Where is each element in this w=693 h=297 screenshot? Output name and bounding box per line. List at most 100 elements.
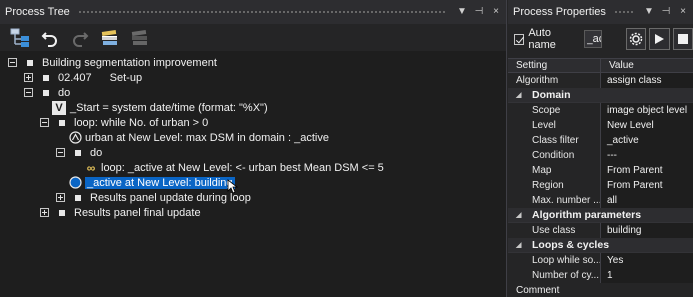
collapse-triangle-icon[interactable]: ◢ bbox=[516, 211, 526, 219]
property-row[interactable]: Max. number ... all bbox=[508, 192, 693, 208]
process-bullet bbox=[75, 194, 81, 201]
process-tree-view: Building segmentation improvement 02.407… bbox=[0, 51, 506, 297]
tree-row[interactable]: loop: while No. of urban > 0 bbox=[40, 115, 208, 130]
collapse-toggle[interactable] bbox=[56, 148, 65, 157]
tree-row[interactable]: Building segmentation improvement bbox=[8, 55, 217, 70]
library-icon[interactable] bbox=[98, 27, 122, 49]
collapse-triangle-icon[interactable]: ◢ bbox=[516, 91, 526, 99]
property-row-algorithm[interactable]: Algorithm assign class bbox=[508, 72, 693, 88]
process-properties-titlebar: Process Properties ▼ ⊣ × bbox=[508, 0, 693, 24]
process-bullet bbox=[59, 209, 65, 216]
section-domain[interactable]: ◢ Domain bbox=[508, 88, 693, 103]
panel-title: Process Tree bbox=[5, 6, 70, 18]
property-value[interactable]: --- bbox=[601, 147, 693, 163]
property-key: Region bbox=[508, 177, 601, 193]
property-row[interactable]: Region From Parent bbox=[508, 177, 693, 193]
property-value[interactable]: all bbox=[601, 192, 693, 208]
expand-toggle[interactable] bbox=[40, 208, 49, 217]
drag-grip[interactable] bbox=[613, 9, 634, 15]
property-value[interactable]: image object level bbox=[601, 102, 693, 118]
property-value[interactable]: 1 bbox=[601, 267, 693, 283]
property-value[interactable]: assign class bbox=[601, 72, 693, 88]
process-bullet bbox=[43, 89, 49, 96]
property-value[interactable]: From Parent bbox=[601, 177, 693, 193]
process-bullet bbox=[43, 74, 49, 81]
section-label: Algorithm parameters bbox=[532, 209, 642, 221]
tree-row-label: loop: while No. of urban > 0 bbox=[74, 116, 209, 129]
collapse-triangle-icon[interactable]: ◢ bbox=[516, 241, 526, 249]
property-key: Loop while so... bbox=[508, 252, 601, 268]
close-button[interactable]: × bbox=[676, 5, 690, 19]
settings-icon[interactable] bbox=[625, 28, 647, 50]
section-loops-cycles[interactable]: ◢ Loops & cycles bbox=[508, 238, 693, 253]
close-button[interactable]: × bbox=[489, 5, 503, 19]
property-row[interactable]: Level New Level bbox=[508, 117, 693, 133]
process-code: 02.407 bbox=[58, 71, 92, 84]
tree-row[interactable]: 02.407 Set-up bbox=[24, 70, 142, 85]
loop-icon: ∞ bbox=[86, 160, 96, 175]
tree-row[interactable]: urban at New Level: max DSM in domain : … bbox=[68, 130, 329, 145]
process-tree-toolbar bbox=[0, 24, 506, 51]
stop-icon[interactable] bbox=[672, 28, 693, 50]
tree-row[interactable]: do bbox=[56, 145, 102, 160]
collapse-toggle[interactable] bbox=[8, 58, 17, 67]
property-row[interactable]: Map From Parent bbox=[508, 162, 693, 178]
property-row[interactable]: Loop while so... Yes bbox=[508, 252, 693, 268]
property-key: Number of cy... bbox=[508, 267, 601, 283]
property-key: Max. number ... bbox=[508, 192, 601, 208]
process-bullet bbox=[59, 119, 65, 126]
property-key: Scope bbox=[508, 102, 601, 118]
pin-button[interactable]: ⊣ bbox=[472, 5, 486, 19]
tree-row-label: urban at New Level: max DSM in domain : … bbox=[85, 131, 329, 144]
window-menu-button[interactable]: ▼ bbox=[642, 5, 656, 19]
setting-column-header: Setting bbox=[508, 59, 601, 72]
tree-row-selected[interactable]: _active at New Level: building bbox=[68, 175, 238, 194]
tree-row[interactable]: ∞ loop: _active at New Level: <- urban b… bbox=[84, 160, 384, 175]
property-value[interactable]: _active bbox=[601, 132, 693, 148]
section-algorithm-parameters[interactable]: ◢ Algorithm parameters bbox=[508, 208, 693, 223]
redo-icon[interactable] bbox=[68, 27, 92, 49]
variable-icon: V bbox=[52, 100, 66, 115]
expand-toggle[interactable] bbox=[24, 73, 33, 82]
undo-icon[interactable] bbox=[38, 27, 62, 49]
comment-label: Comment bbox=[508, 283, 693, 297]
property-row[interactable]: Use class building bbox=[508, 222, 693, 238]
collapse-toggle[interactable] bbox=[40, 118, 49, 127]
property-key: Level bbox=[508, 117, 601, 133]
auto-name-checkbox[interactable] bbox=[514, 33, 525, 45]
property-row[interactable]: Class filter _active bbox=[508, 132, 693, 148]
library-disabled-icon[interactable] bbox=[128, 27, 152, 49]
section-label: Loops & cycles bbox=[532, 239, 610, 251]
tree-row-label: do bbox=[58, 86, 71, 99]
property-row[interactable]: Number of cy... 1 bbox=[508, 267, 693, 283]
assign-class-icon bbox=[68, 176, 82, 190]
tree-row[interactable]: Results panel update during loop bbox=[56, 190, 251, 205]
property-value[interactable]: building bbox=[601, 222, 693, 238]
tree-row[interactable]: V _Start = system date/time (format: "%X… bbox=[52, 100, 268, 115]
tree-row-label: Results panel update during loop bbox=[90, 191, 251, 204]
property-row[interactable]: Scope image object level bbox=[508, 102, 693, 118]
expand-toggle[interactable] bbox=[56, 193, 65, 202]
process-tree-icon[interactable] bbox=[8, 27, 32, 49]
tree-row-label: loop: _active at New Level: <- urban bes… bbox=[101, 161, 384, 174]
property-value[interactable]: Yes bbox=[601, 252, 693, 268]
value-column-header: Value bbox=[609, 60, 634, 71]
drag-grip[interactable] bbox=[77, 9, 447, 15]
collapse-toggle[interactable] bbox=[24, 88, 33, 97]
pin-button[interactable]: ⊣ bbox=[659, 5, 673, 19]
property-key: Map bbox=[508, 162, 601, 178]
process-name-field[interactable] bbox=[583, 30, 602, 48]
tree-row-label: Set-up bbox=[109, 71, 143, 84]
tree-row[interactable]: Results panel final update bbox=[40, 205, 201, 220]
process-tree-panel: Process Tree ▼ ⊣ × Building segmentation… bbox=[0, 0, 507, 297]
property-value[interactable]: From Parent bbox=[601, 162, 693, 178]
section-label: Domain bbox=[532, 89, 571, 101]
property-row[interactable]: Condition --- bbox=[508, 147, 693, 163]
play-icon[interactable] bbox=[649, 28, 670, 50]
tree-row[interactable]: do bbox=[24, 85, 70, 100]
property-value[interactable]: New Level bbox=[601, 117, 693, 133]
panel-title: Process Properties bbox=[513, 6, 606, 18]
process-bullet bbox=[27, 59, 33, 66]
grid-header: Setting Value bbox=[508, 58, 693, 73]
window-menu-button[interactable]: ▼ bbox=[455, 5, 469, 19]
